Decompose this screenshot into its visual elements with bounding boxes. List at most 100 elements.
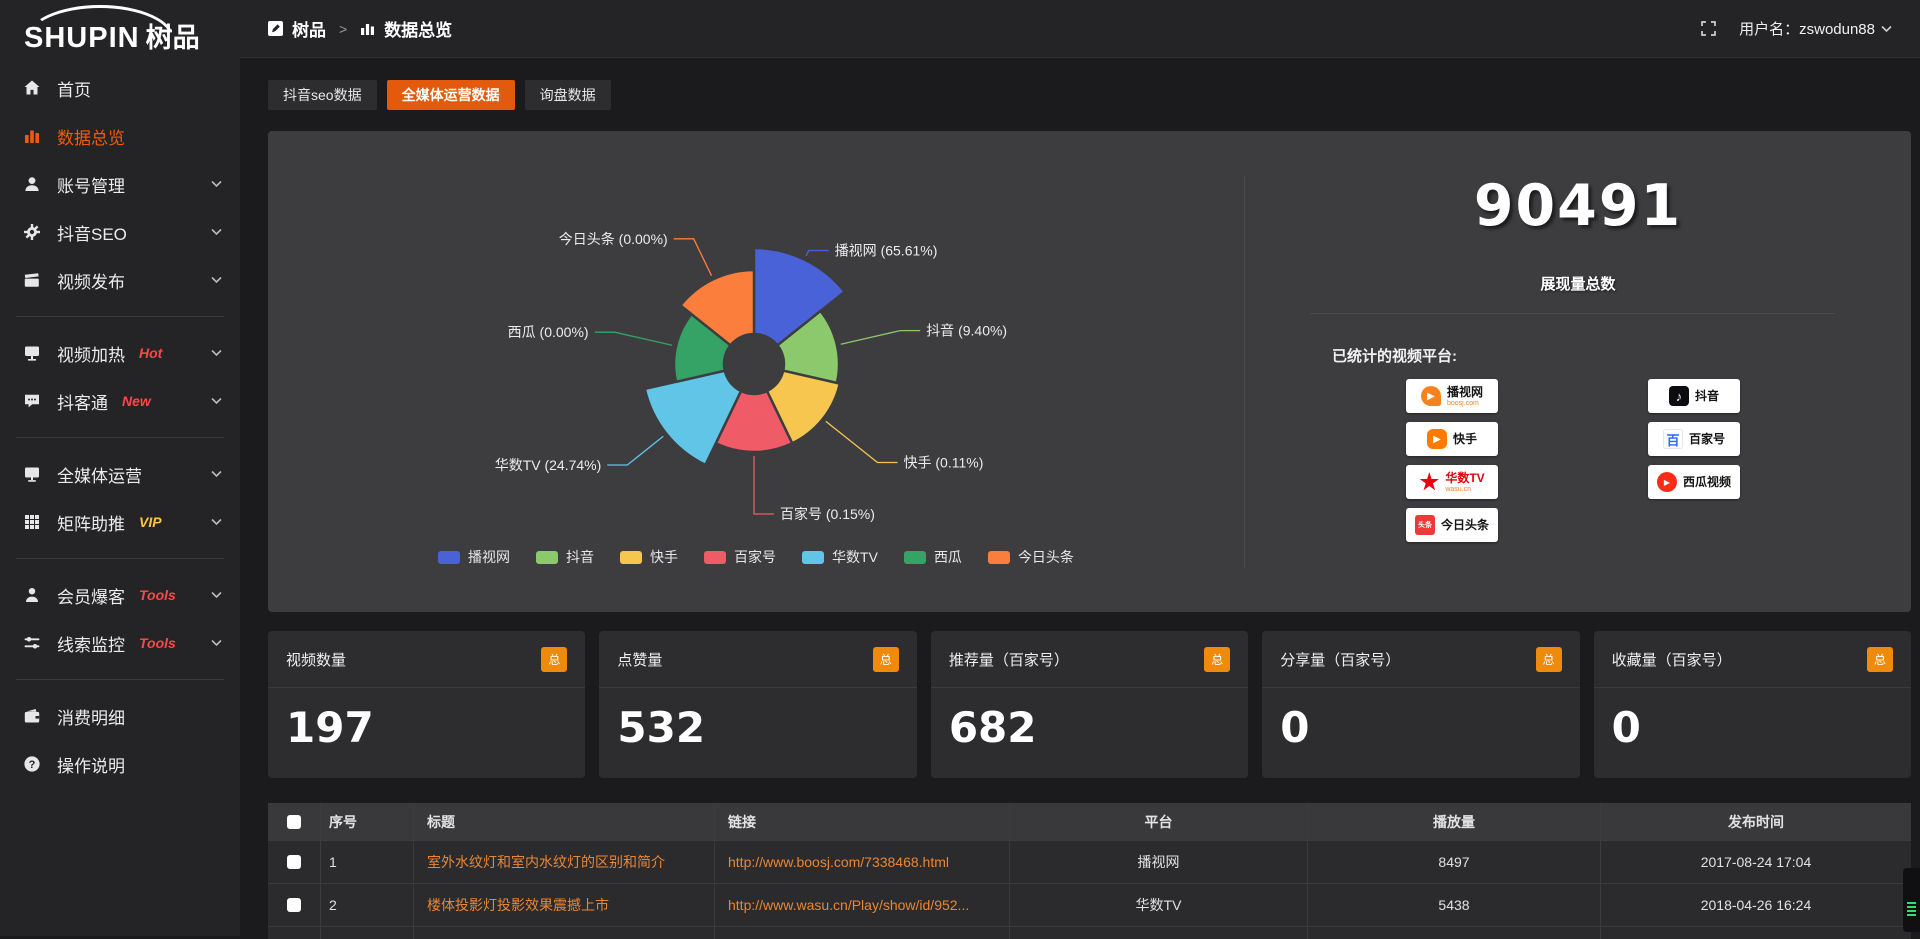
home-icon: [22, 78, 42, 98]
user-icon: [22, 174, 42, 194]
legend-swatch: [438, 551, 460, 564]
total-impressions-label: 展现量总数: [1245, 273, 1911, 294]
sidebar-item-label: 全媒体运营: [57, 462, 142, 487]
select-all-checkbox[interactable]: [287, 815, 301, 829]
legend-item[interactable]: 抖音: [536, 547, 594, 567]
row-checkbox[interactable]: [287, 898, 301, 912]
legend-item[interactable]: 百家号: [704, 547, 776, 567]
stat-card-1: 点赞量总532: [599, 631, 916, 778]
chevron-down-icon: [211, 349, 222, 357]
person-icon: [22, 585, 42, 605]
sidebar-item-video-publish[interactable]: 视频发布: [0, 256, 240, 304]
sidebar-item-help[interactable]: ?操作说明: [0, 740, 240, 788]
chevron-down-icon: [211, 470, 222, 478]
table-header-cell: 播放量: [1308, 803, 1601, 840]
sidebar-item-badge: New: [122, 393, 151, 409]
platform-subtext: boosj.com: [1447, 400, 1479, 407]
row-checkbox[interactable]: [268, 841, 321, 883]
cell-url-link[interactable]: http://www.boosj.com/7338468.html: [715, 841, 1010, 883]
stat-card-header: 推荐量（百家号）总: [931, 631, 1248, 688]
chart-legend: 播视网 抖音 快手 百家号 华数TV 西瓜 今日头条: [268, 547, 1244, 567]
empty-cell: [268, 927, 321, 939]
legend-item[interactable]: 播视网: [438, 547, 510, 567]
stat-card-value: 682: [931, 688, 1248, 752]
sidebar-item-douyin-seo[interactable]: 抖音SEO: [0, 208, 240, 256]
videos-table: 序号标题链接平台播放量发布时间1室外水纹灯和室内水纹灯的区别和简介http://…: [268, 803, 1911, 939]
sidebar-item-media-ops[interactable]: 全媒体运营: [0, 450, 240, 498]
legend-item[interactable]: 快手: [620, 547, 678, 567]
sidebar-item-member[interactable]: 会员爆客Tools: [0, 571, 240, 619]
user-menu[interactable]: 用户名：zswodun88: [1739, 18, 1892, 39]
toutiao-logo-icon: 头条: [1415, 515, 1435, 535]
cell-title-link[interactable]: 楼体投影灯投影效果震撼上市: [414, 884, 715, 926]
legend-label: 华数TV: [832, 547, 878, 567]
pie-label-5: 西瓜 (0.00%): [508, 324, 589, 340]
sidebar-item-badge: Hot: [139, 345, 162, 361]
sidebar-item-home[interactable]: 首页: [0, 64, 240, 112]
legend-item[interactable]: 西瓜: [904, 547, 962, 567]
fullscreen-icon[interactable]: [1700, 20, 1717, 37]
widget-bar: [1907, 906, 1916, 908]
legend-label: 百家号: [734, 547, 776, 567]
floating-service-widget[interactable]: [1903, 868, 1920, 932]
sidebar-item-label: 消费明细: [57, 704, 125, 729]
stat-card-2: 推荐量（百家号）总682: [931, 631, 1248, 778]
empty-cell: [1601, 927, 1911, 939]
row-checkbox[interactable]: [268, 884, 321, 926]
sidebar-item-consume[interactable]: 消费明细: [0, 692, 240, 740]
tab-media-ops-data[interactable]: 全媒体运营数据: [387, 80, 515, 110]
sidebar-item-video-heat[interactable]: 视频加热Hot: [0, 329, 240, 377]
platforms-label: 已统计的视频平台:: [1332, 345, 1457, 366]
pie-slice-4[interactable]: [645, 371, 741, 465]
pie-label-3: 百家号 (0.15%): [780, 506, 875, 522]
tab-douyin-seo-data[interactable]: 抖音seo数据: [268, 80, 377, 110]
sidebar-item-douketong[interactable]: 抖客通New: [0, 377, 240, 425]
platform-text: 抖音: [1695, 390, 1719, 402]
sidebar-item-overview[interactable]: 数据总览: [0, 112, 240, 160]
table-row: 1室外水纹灯和室内水纹灯的区别和简介http://www.boosj.com/7…: [268, 841, 1911, 884]
tab-inquiry-data[interactable]: 询盘数据: [525, 80, 611, 110]
sidebar-item-clue-monitor[interactable]: 线索监控Tools: [0, 619, 240, 667]
sidebar-item-label: 抖音SEO: [57, 220, 127, 245]
sidebar-item-label: 操作说明: [57, 752, 125, 777]
comment-icon: [22, 391, 42, 411]
sidebar-item-label: 数据总览: [57, 124, 125, 149]
chevron-down-icon: [211, 397, 222, 405]
sidebar-item-matrix-boost[interactable]: 矩阵助推VIP: [0, 498, 240, 546]
sidebar-item-label: 矩阵助推: [57, 510, 125, 535]
row-checkbox[interactable]: [287, 855, 301, 869]
logo-arc-decoration: [26, 5, 174, 39]
platform-name: 西瓜视频: [1683, 476, 1731, 488]
breadcrumb-root[interactable]: 树品: [292, 16, 326, 41]
table-header-row: 序号标题链接平台播放量发布时间: [268, 803, 1911, 841]
cell-url-link[interactable]: http://www.wasu.cn/Play/show/id/952...: [715, 884, 1010, 926]
empty-cell: [1308, 927, 1601, 939]
pie-label-line-3: [754, 456, 774, 514]
stat-card-3: 分享量（百家号）总0: [1262, 631, 1579, 778]
platform-badge-toutiao: 头条今日头条: [1406, 508, 1498, 542]
cell-title-link[interactable]: 室外水纹灯和室内水纹灯的区别和简介: [414, 841, 715, 883]
chevron-down-icon: [211, 639, 222, 647]
table-header-cell: 链接: [715, 803, 1010, 840]
stat-card-label: 分享量（百家号）: [1280, 649, 1400, 670]
sidebar-item-account[interactable]: 账号管理: [0, 160, 240, 208]
legend-label: 西瓜: [934, 547, 962, 567]
platform-share-rose-chart: 播视网 (65.61%)抖音 (9.40%)快手 (0.11%)百家号 (0.1…: [268, 131, 1244, 612]
legend-item[interactable]: 华数TV: [802, 547, 878, 567]
legend-item[interactable]: 今日头条: [988, 547, 1074, 567]
table-row: 2楼体投影灯投影效果震撼上市http://www.wasu.cn/Play/sh…: [268, 884, 1911, 927]
sidebar-item-badge: Tools: [139, 587, 176, 603]
grid-icon: [22, 512, 42, 532]
breadcrumb-current: 数据总览: [384, 16, 452, 41]
platform-name: 快手: [1453, 433, 1477, 445]
platform-text: 西瓜视频: [1683, 476, 1731, 488]
total-badge: 总: [1867, 647, 1893, 672]
pie-label-0: 播视网 (65.61%): [835, 243, 938, 259]
pie-label-line-4: [607, 436, 663, 465]
stat-card-value: 532: [599, 688, 916, 752]
stat-card-header: 点赞量总: [599, 631, 916, 688]
platform-name: 播视网: [1447, 386, 1483, 398]
platform-badge-wasu: 华数TVwasu.cn: [1406, 465, 1498, 499]
sidebar-item-badge: Tools: [139, 635, 176, 651]
douyin-logo-icon: ♪: [1669, 386, 1689, 406]
